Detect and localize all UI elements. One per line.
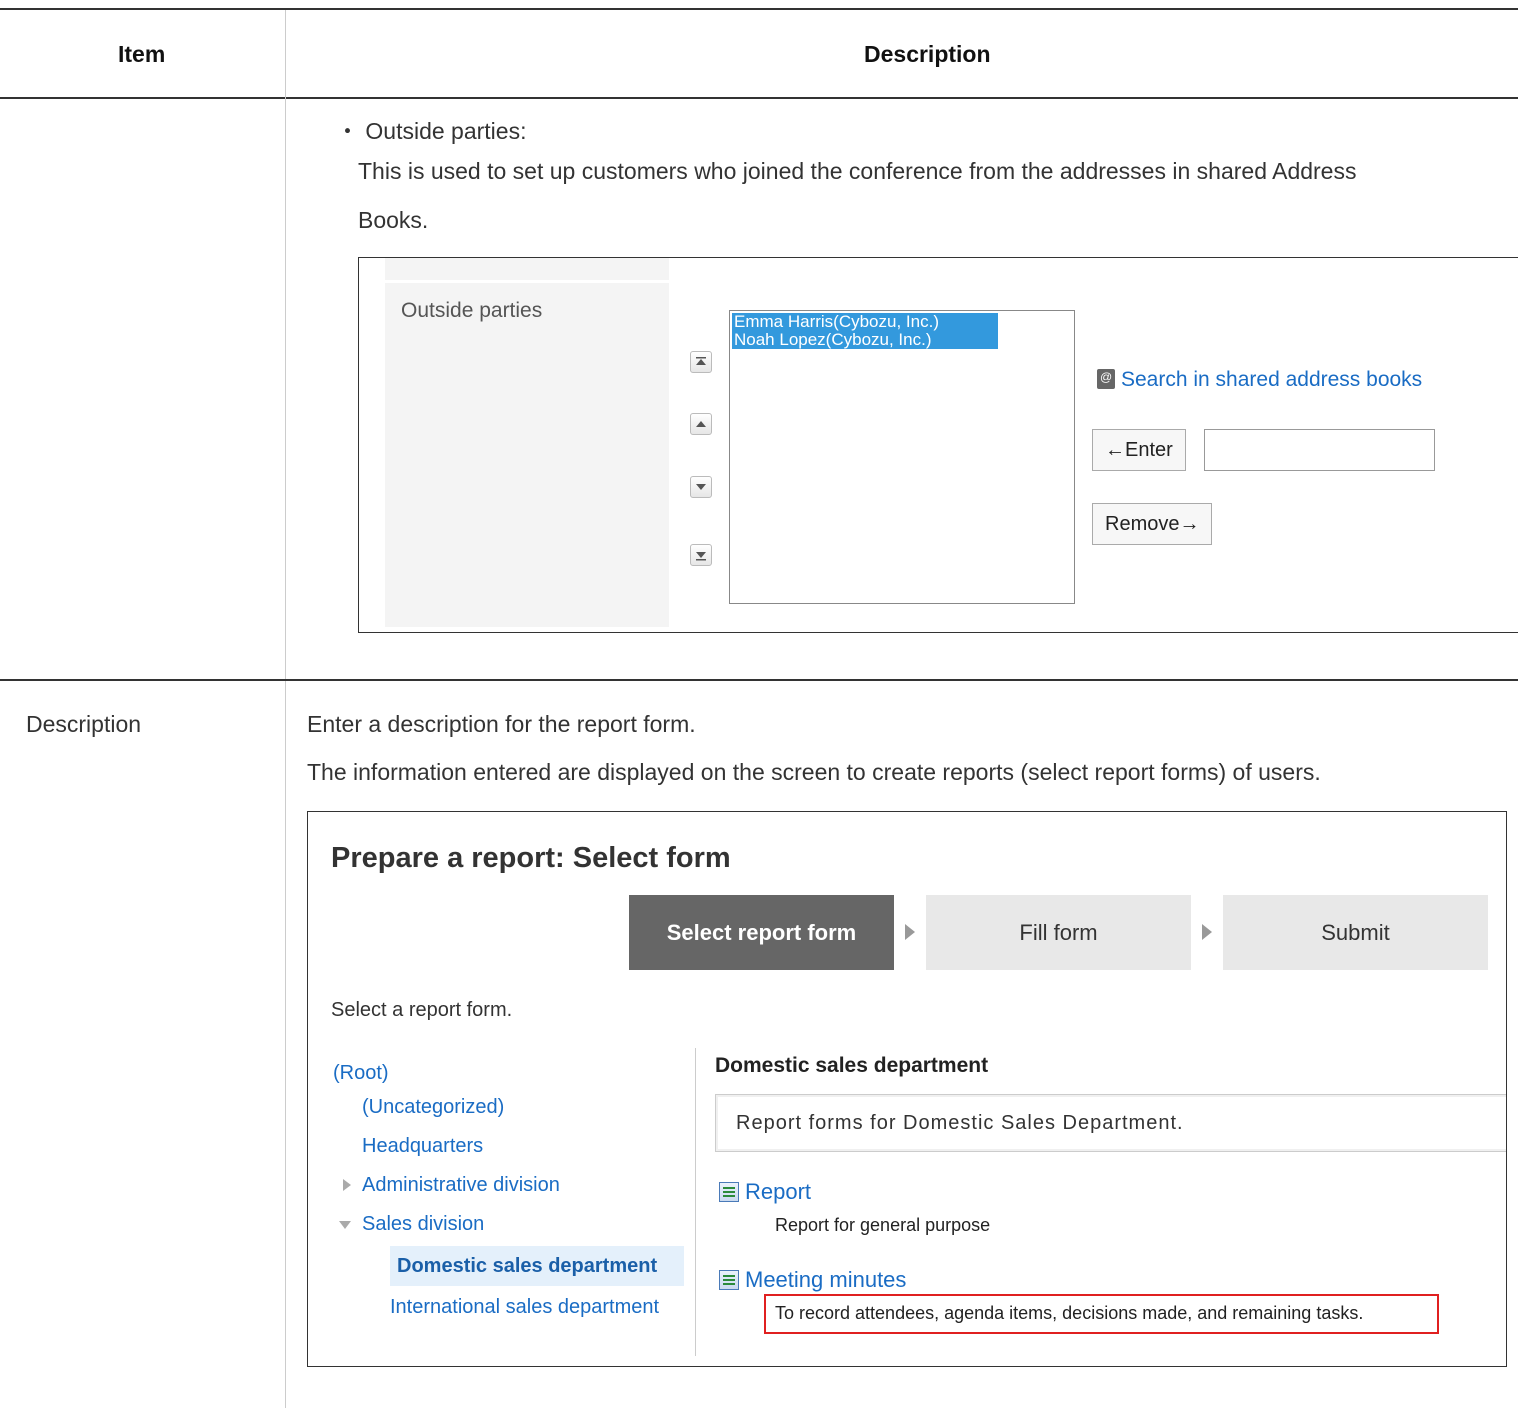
move-down-button[interactable]: [690, 476, 712, 498]
outside-parties-text-2: Books.: [358, 207, 429, 233]
list-option[interactable]: Noah Lopez(Cybozu, Inc.): [732, 331, 998, 349]
move-bottom-button[interactable]: [690, 544, 712, 566]
remove-button[interactable]: Remove→: [1092, 503, 1213, 545]
tree-item-sales-division[interactable]: Sales division: [362, 1213, 484, 1236]
collapse-icon[interactable]: [339, 1221, 351, 1229]
move-top-icon: [696, 357, 706, 365]
column-header-description: Description: [864, 41, 991, 67]
report-form-icon: [719, 1270, 739, 1290]
column-divider: [285, 10, 286, 1408]
outside-parties-label: Outside parties: [401, 299, 543, 322]
tree-item-root[interactable]: (Root): [333, 1062, 389, 1085]
page-title: Prepare a report: Select form: [331, 842, 731, 874]
tree-item-international-sales[interactable]: International sales department: [390, 1296, 659, 1319]
table-top-border: [0, 8, 1518, 10]
move-down-icon: [696, 484, 706, 490]
column-header-item: Item: [118, 41, 166, 67]
label-cell: Outside parties: [385, 283, 669, 627]
search-address-books-link[interactable]: Search in shared address books: [1097, 368, 1422, 392]
step-submit: Submit: [1223, 895, 1488, 970]
step-arrow-icon: [1202, 924, 1212, 940]
form-description: Report for general purpose: [775, 1215, 991, 1235]
tree-item-uncategorized[interactable]: (Uncategorized): [362, 1096, 504, 1119]
move-bottom-icon: [696, 552, 706, 561]
form-link-meeting-minutes[interactable]: Meeting minutes: [719, 1267, 906, 1293]
step-arrow-icon: [905, 924, 915, 940]
search-address-books-label: Search in shared address books: [1121, 368, 1423, 391]
tree-item-administrative-division[interactable]: Administrative division: [362, 1174, 560, 1197]
outside-parties-screenshot: Outside parties Emma Harris(Cybozu, Inc.…: [358, 257, 1518, 633]
address-book-icon: [1097, 369, 1115, 389]
outside-parties-listbox[interactable]: Emma Harris(Cybozu, Inc.) Noah Lopez(Cyb…: [729, 310, 1075, 604]
outside-parties-bullet: ・ Outside parties:: [336, 118, 527, 144]
label-cell-top: [385, 258, 669, 280]
move-up-button[interactable]: [690, 413, 712, 435]
form-link-report[interactable]: Report: [719, 1179, 811, 1205]
header-bottom-border: [0, 97, 1518, 99]
move-top-button[interactable]: [690, 351, 712, 373]
row-item-description: Description: [26, 711, 142, 737]
category-title: Domestic sales department: [715, 1054, 989, 1077]
instruction-text: Select a report form.: [331, 999, 513, 1021]
report-form-icon: [719, 1182, 739, 1202]
move-up-icon: [696, 421, 706, 427]
step-fill-form: Fill form: [926, 895, 1191, 970]
select-form-screenshot: Prepare a report: Select form Select rep…: [307, 811, 1507, 1367]
enter-button[interactable]: ←Enter: [1092, 429, 1186, 471]
tree-item-domestic-sales-selected[interactable]: Domestic sales department: [390, 1246, 684, 1286]
outside-parties-text-1: This is used to set up customers who joi…: [358, 158, 1357, 184]
step-select-report-form: Select report form: [629, 895, 894, 970]
row-divider: [0, 679, 1518, 681]
list-option[interactable]: Emma Harris(Cybozu, Inc.): [732, 313, 998, 331]
tree-item-headquarters[interactable]: Headquarters: [362, 1135, 483, 1158]
description-text-1: Enter a description for the report form.: [307, 711, 696, 737]
form-name: Meeting minutes: [745, 1267, 907, 1292]
category-description: Report forms for Domestic Sales Departme…: [715, 1094, 1506, 1152]
enter-input[interactable]: [1204, 429, 1435, 471]
form-name: Report: [745, 1179, 812, 1204]
expand-icon[interactable]: [343, 1179, 351, 1191]
form-description: To record attendees, agenda items, decis…: [775, 1303, 1364, 1323]
description-text-2: The information entered are displayed on…: [307, 759, 1321, 785]
pane-divider: [695, 1048, 696, 1356]
